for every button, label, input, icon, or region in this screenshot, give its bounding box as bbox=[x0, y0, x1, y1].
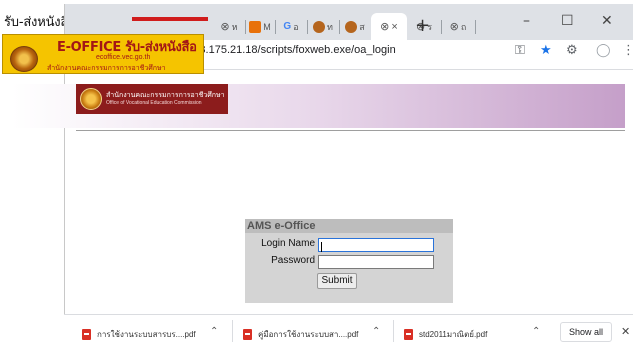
login-name-input[interactable] bbox=[318, 238, 434, 252]
close-window-button[interactable]: ✕ bbox=[601, 13, 613, 29]
pdf-icon bbox=[82, 329, 91, 340]
tab-label: M bbox=[263, 21, 271, 32]
tab-2[interactable]: M bbox=[247, 13, 273, 40]
download-separator bbox=[232, 320, 233, 342]
download-item-2[interactable]: คู่มือการใช้งานระบบสา....pdf bbox=[243, 328, 358, 341]
globe-icon: ⊗ bbox=[380, 20, 390, 33]
tab-3[interactable]: G อ bbox=[277, 13, 305, 40]
google-icon: G bbox=[283, 21, 292, 32]
login-name-label: Login Name bbox=[261, 238, 315, 249]
banner-org: สำนักงานคณะกรรมการการอาชีวศึกษา bbox=[47, 64, 166, 72]
tab-label: ส bbox=[359, 21, 365, 32]
site-logo: สำนักงานคณะกรรมการการอาชีวศึกษา Office o… bbox=[76, 84, 228, 114]
download-item-3[interactable]: std2011มาณิตย์.pdf bbox=[404, 328, 487, 341]
globe-icon: ⊗ bbox=[220, 20, 230, 33]
pdf-icon bbox=[243, 329, 252, 340]
tab-8[interactable]: ⊗ ถ bbox=[443, 13, 473, 40]
red-stripe bbox=[132, 17, 208, 21]
bookmark-icon bbox=[249, 20, 262, 33]
banner-site: ecoffice.vec.go.th bbox=[96, 54, 151, 61]
tab-label: ท bbox=[327, 21, 333, 32]
header-divider bbox=[76, 130, 625, 131]
minimize-button[interactable]: – bbox=[523, 13, 530, 29]
chevron-up-icon[interactable]: ⌃ bbox=[372, 326, 380, 337]
close-tab-icon[interactable]: × bbox=[391, 21, 397, 33]
star-icon[interactable]: ★ bbox=[540, 43, 552, 58]
tab-1[interactable]: ⊗ ห bbox=[215, 13, 243, 40]
download-item-1[interactable]: การใช้งานระบบสารบร....pdf bbox=[82, 328, 196, 341]
close-downloads-icon[interactable]: ✕ bbox=[621, 325, 630, 338]
tab-label: อ bbox=[293, 21, 299, 32]
tab-separator bbox=[245, 20, 246, 34]
tab-label: ถ bbox=[460, 21, 467, 32]
show-all-button[interactable]: Show all bbox=[560, 322, 612, 342]
seal-icon bbox=[80, 88, 102, 110]
org-name-th: สำนักงานคณะกรรมการการอาชีวศึกษา bbox=[106, 92, 225, 99]
chevron-up-icon[interactable]: ⌃ bbox=[532, 326, 540, 337]
tab-separator bbox=[339, 20, 340, 34]
address-bar[interactable]: 118.175.21.18/scripts/foxweb.exe/oa_logi… bbox=[188, 44, 396, 56]
submit-button[interactable]: Submit bbox=[317, 273, 357, 289]
key-icon[interactable]: ⚿ bbox=[515, 43, 525, 58]
text-cursor bbox=[321, 242, 322, 252]
maximize-button[interactable]: ☐ bbox=[561, 13, 574, 29]
seal-icon bbox=[10, 46, 38, 72]
site-icon bbox=[313, 20, 326, 33]
profile-icon[interactable]: ◯ bbox=[596, 43, 611, 58]
tab-separator bbox=[275, 20, 276, 34]
tab-separator bbox=[441, 20, 442, 34]
tab-5[interactable]: ส bbox=[341, 13, 369, 40]
tab-label: ห bbox=[231, 21, 238, 32]
menu-icon[interactable]: ⋮ bbox=[622, 43, 633, 58]
extension-icon[interactable]: ⚙ bbox=[566, 43, 578, 58]
download-separator bbox=[393, 320, 394, 342]
site-icon bbox=[345, 20, 358, 33]
password-label: Password bbox=[271, 255, 315, 266]
org-name-en: Office of Vocational Education Commissio… bbox=[106, 100, 202, 106]
download-filename: การใช้งานระบบสารบร....pdf bbox=[97, 330, 196, 339]
download-filename: std2011มาณิตย์.pdf bbox=[419, 330, 488, 339]
tab-4[interactable]: ท bbox=[309, 13, 337, 40]
new-tab-button[interactable]: + bbox=[415, 15, 430, 36]
chevron-up-icon[interactable]: ⌃ bbox=[210, 326, 218, 337]
tab-separator bbox=[475, 20, 476, 34]
login-title: AMS e-Office bbox=[245, 219, 453, 233]
tab-separator bbox=[307, 20, 308, 34]
password-input[interactable] bbox=[318, 255, 434, 269]
globe-icon: ⊗ bbox=[449, 20, 459, 33]
pdf-icon bbox=[404, 329, 413, 340]
tab-active[interactable]: ⊗ × bbox=[371, 13, 407, 40]
download-filename: คู่มือการใช้งานระบบสา....pdf bbox=[258, 330, 359, 339]
